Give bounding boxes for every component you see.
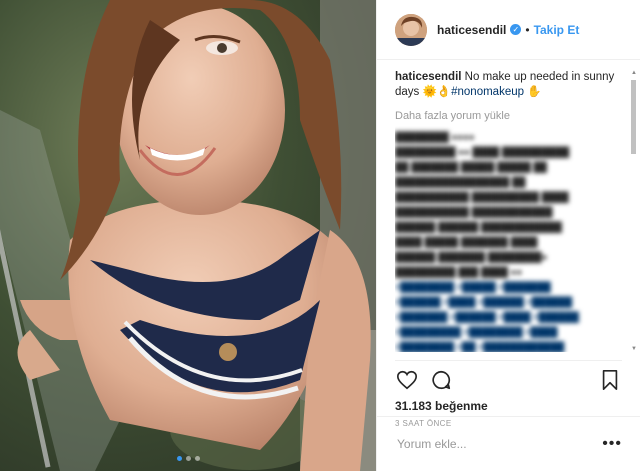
action-icons: [395, 367, 622, 393]
follow-button[interactable]: Takip Et: [534, 23, 580, 37]
carousel-dot[interactable]: [194, 456, 200, 461]
scroll-up-arrow-icon[interactable]: ▲: [631, 70, 637, 76]
comment-line-blurred: ██████ ██████ ████████████: [395, 222, 562, 233]
comments-scrollbar[interactable]: ▲ ▼: [631, 70, 637, 352]
comment-line-blurred: #████████ #██ #████████████: [395, 342, 565, 352]
post-image-illustration: [0, 0, 376, 471]
comment-line-blurred: █████████████████ ██: [395, 177, 526, 188]
load-more-comments-button[interactable]: Daha fazla yorum yükle: [395, 110, 626, 122]
comment-input[interactable]: [395, 436, 603, 452]
avatar-image: [395, 13, 427, 46]
blurred-comments: ████████ ●●●● █████████ ●● ████ ████████…: [395, 130, 626, 352]
comment-bubble-icon: [432, 370, 451, 390]
comment-line-blurred: #██████ #████ #██████ #██████: [395, 297, 573, 308]
verified-badge-icon: ✓: [510, 24, 522, 35]
header-separator: •: [525, 22, 530, 37]
save-button[interactable]: [598, 368, 622, 392]
post-header: haticesendil ✓ • Takip Et: [377, 0, 640, 60]
bookmark-icon: [602, 370, 618, 390]
avatar[interactable]: [395, 13, 427, 46]
comment-line-blurred: ████████ ●●●●: [395, 132, 475, 143]
comment-line-blurred: ██ ███████ █████ █████ ██: [395, 162, 547, 173]
post-details-panel: haticesendil ✓ • Takip Et haticesendil N…: [376, 0, 640, 471]
comment-line-blurred: #████████ #█████ #███████: [395, 282, 551, 293]
like-button[interactable]: [395, 368, 419, 392]
comment-button[interactable]: [429, 368, 453, 392]
username[interactable]: haticesendil: [437, 23, 506, 37]
comment-line-blurred: #█████████ #████████ #████: [395, 327, 558, 338]
comment-form: •••: [377, 416, 640, 471]
caption-hashtag[interactable]: #nonomakeup: [451, 86, 524, 98]
post-photo[interactable]: [0, 0, 376, 471]
carousel-indicators: [0, 456, 376, 461]
caption-emoji: ✋: [527, 86, 542, 98]
heart-icon: [397, 370, 417, 390]
comment-line-blurred: #███████ #██████ #████ #██████: [395, 312, 579, 323]
carousel-dot-active[interactable]: [176, 456, 182, 461]
comment-line-blurred: ████ █████ ███████ ████: [395, 237, 538, 248]
scrollbar-thumb[interactable]: [631, 80, 636, 154]
comment-line-blurred: ███████████ ██████████ ████: [395, 192, 569, 203]
comments-list[interactable]: haticesendil No make up needed in sunny …: [395, 70, 626, 352]
more-options-icon[interactable]: •••: [602, 435, 622, 453]
caption-username[interactable]: haticesendil: [395, 71, 461, 83]
comment-line-blurred: ██████ ███████ ████████●: [395, 252, 548, 263]
comment-line-blurred: █████████ ███ ████ ●●: [395, 267, 523, 278]
scroll-down-arrow-icon[interactable]: ▼: [631, 346, 637, 352]
comment-line-blurred: ███████████ ████████████: [395, 207, 553, 218]
carousel-dot[interactable]: [185, 456, 191, 461]
post-caption: haticesendil No make up needed in sunny …: [395, 70, 626, 100]
comment-line-blurred: █████████ ●● ████ ██████████: [395, 147, 570, 158]
likes-count[interactable]: 31.183 beğenme: [395, 399, 622, 413]
